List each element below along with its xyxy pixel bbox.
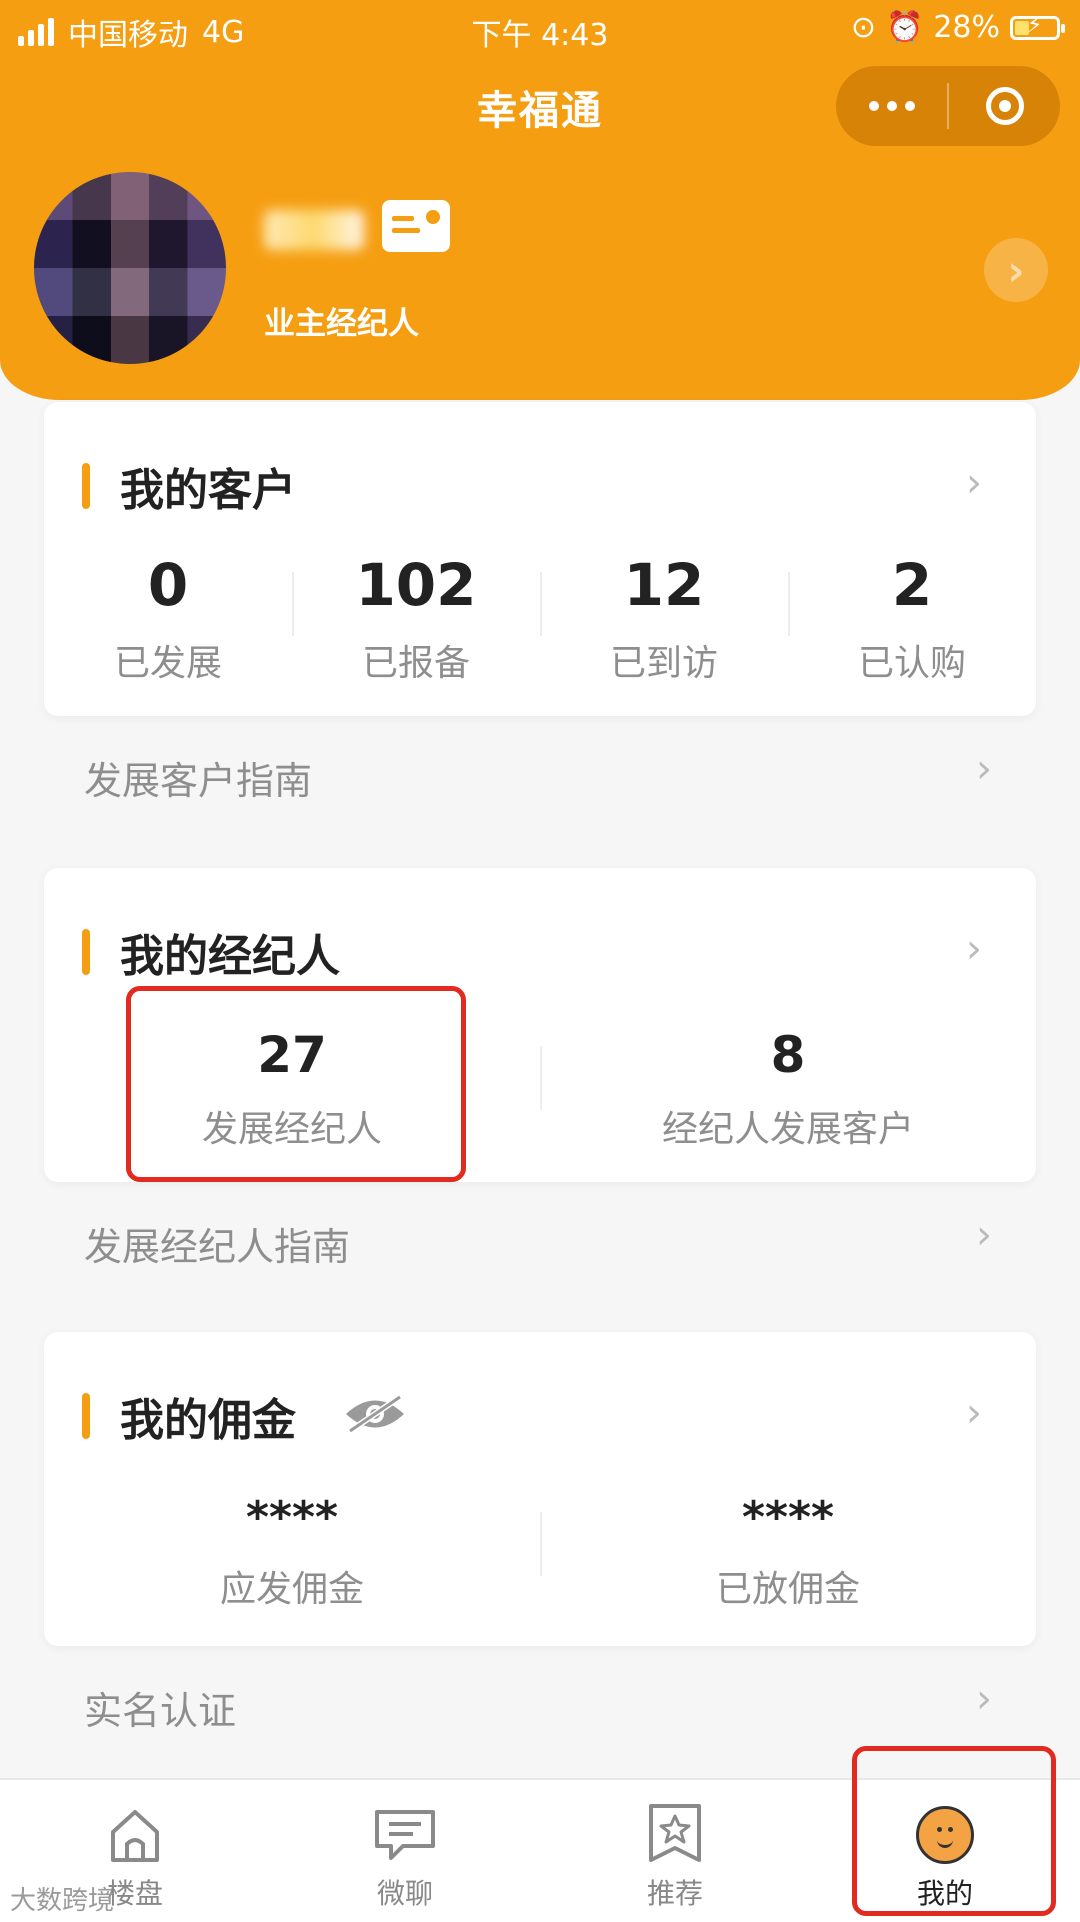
highlight-box bbox=[852, 1746, 1056, 1916]
stat-reported[interactable]: 102 已报备 bbox=[292, 556, 540, 686]
business-card-icon[interactable] bbox=[382, 200, 450, 252]
status-bar: 中国移动 4G 下午 4:43 ⊙ ⏰ 28% ⚡ bbox=[0, 0, 1080, 56]
miniprogram-capsule bbox=[836, 66, 1060, 146]
target-icon bbox=[985, 87, 1024, 125]
stat-agent-customers[interactable]: 8 经纪人发展客户 bbox=[540, 1030, 1036, 1152]
star-icon bbox=[649, 1804, 701, 1862]
user-name-blurred bbox=[264, 210, 364, 250]
highlight-box bbox=[126, 986, 466, 1182]
realname-verify-link[interactable]: 实名认证 › bbox=[84, 1676, 992, 1735]
agents-guide-link[interactable]: 发展经纪人指南 › bbox=[84, 1212, 992, 1271]
chevron-right-icon: › bbox=[966, 460, 982, 506]
tab-recommend[interactable]: 推荐 bbox=[540, 1780, 810, 1922]
customers-guide-link[interactable]: 发展客户指南 › bbox=[84, 746, 992, 805]
chevron-right-icon: › bbox=[966, 926, 982, 972]
lock-rotation-icon: ⊙ bbox=[850, 10, 876, 45]
chevron-right-icon: › bbox=[976, 746, 992, 792]
close-miniprogram-button[interactable] bbox=[949, 87, 1060, 125]
tab-chat[interactable]: 微聊 bbox=[270, 1780, 540, 1922]
stat-subscribed[interactable]: 2 已认购 bbox=[788, 556, 1036, 686]
card-title: 我的客户 bbox=[120, 465, 296, 516]
eye-hidden-icon[interactable] bbox=[342, 1393, 408, 1439]
alarm-icon: ⏰ bbox=[885, 10, 924, 45]
chevron-right-icon: › bbox=[1007, 245, 1025, 295]
commission-card[interactable]: 我的佣金 › **** 应发佣金 **** 已放佣金 bbox=[44, 1332, 1036, 1646]
user-role: 业主经纪人 bbox=[264, 306, 419, 342]
profile-detail-button[interactable]: › bbox=[984, 238, 1048, 302]
stat-paid-commission[interactable]: **** 已放佣金 bbox=[540, 1496, 1036, 1612]
stat-visited[interactable]: 12 已到访 bbox=[540, 556, 788, 686]
home-icon bbox=[111, 1810, 159, 1862]
chevron-right-icon: › bbox=[976, 1676, 992, 1722]
watermark: 大数跨境 bbox=[10, 1886, 115, 1916]
chat-icon bbox=[375, 1810, 435, 1860]
avatar[interactable] bbox=[34, 172, 226, 364]
stat-developed[interactable]: 0 已发展 bbox=[44, 556, 292, 686]
chevron-right-icon: › bbox=[976, 1212, 992, 1258]
chevron-right-icon: › bbox=[966, 1390, 982, 1436]
customers-card[interactable]: 我的客户 › 0 已发展 102 已报备 12 已到访 2 已认购 bbox=[44, 402, 1036, 716]
battery-icon: ⚡ bbox=[1010, 13, 1065, 40]
battery-percent: 28% bbox=[933, 10, 1000, 45]
stat-payable-commission[interactable]: **** 应发佣金 bbox=[44, 1496, 540, 1612]
more-options-button[interactable] bbox=[836, 101, 947, 111]
card-title: 我的佣金 bbox=[120, 1395, 296, 1446]
card-title: 我的经纪人 bbox=[120, 931, 340, 982]
